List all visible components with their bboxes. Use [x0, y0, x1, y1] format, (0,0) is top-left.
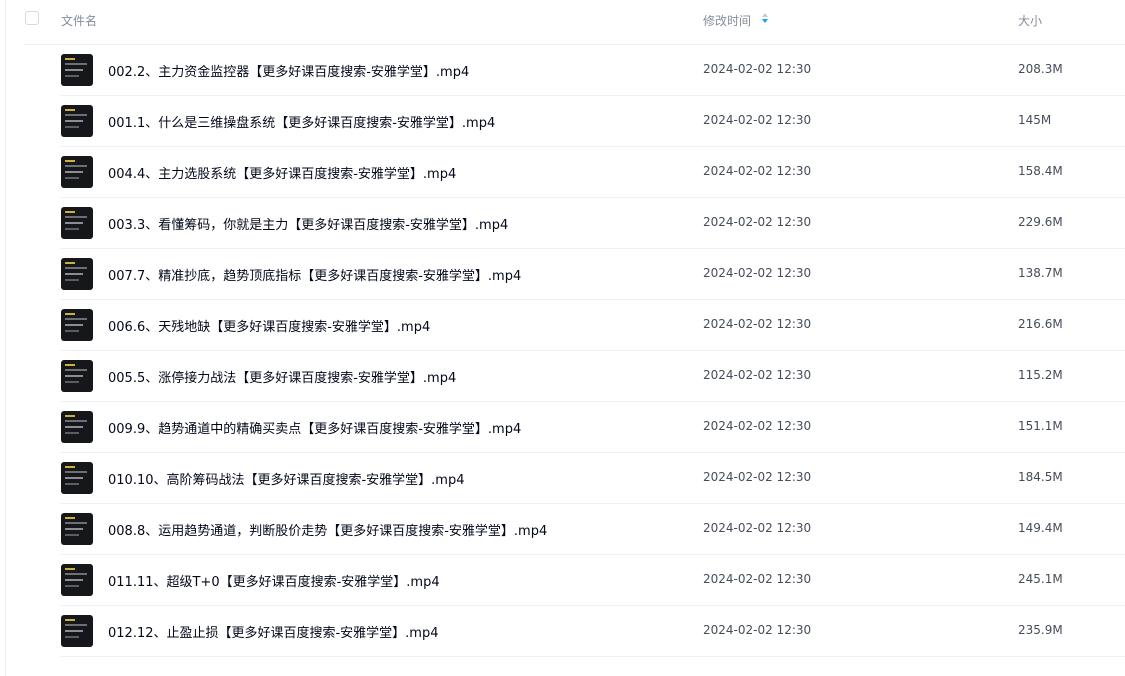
- file-modified-time: 2024-02-02 12:30: [703, 521, 812, 535]
- file-row[interactable]: 001.1、什么是三维操盘系统【更多好课百度搜索-安雅学堂】.mp4 2024-0…: [60, 96, 1125, 147]
- file-list: 文件名 修改时间 大小 002.2、主力资金监控器【更多好课百度搜索-安雅学堂】…: [0, 0, 1125, 657]
- file-row[interactable]: 009.9、趋势通道中的精确买卖点【更多好课百度搜索-安雅学堂】.mp4 2024…: [60, 402, 1125, 453]
- file-size: 184.5M: [1018, 470, 1063, 484]
- file-name[interactable]: 001.1、什么是三维操盘系统【更多好课百度搜索-安雅学堂】.mp4: [108, 112, 495, 131]
- video-thumbnail-icon: [61, 258, 93, 290]
- video-thumbnail-icon: [61, 615, 93, 647]
- video-thumbnail-icon: [61, 309, 93, 341]
- video-thumbnail-icon: [61, 411, 93, 443]
- file-name[interactable]: 010.10、高阶筹码战法【更多好课百度搜索-安雅学堂】.mp4: [108, 469, 465, 488]
- file-name[interactable]: 005.5、涨停接力战法【更多好课百度搜索-安雅学堂】.mp4: [108, 367, 456, 386]
- file-name[interactable]: 009.9、趋势通道中的精确买卖点【更多好课百度搜索-安雅学堂】.mp4: [108, 418, 521, 437]
- video-thumbnail-icon: [61, 207, 93, 239]
- file-row[interactable]: 008.8、运用趋势通道，判断股价走势【更多好课百度搜索-安雅学堂】.mp4 20…: [60, 504, 1125, 555]
- file-modified-time: 2024-02-02 12:30: [703, 164, 812, 178]
- file-row[interactable]: 005.5、涨停接力战法【更多好课百度搜索-安雅学堂】.mp4 2024-02-0…: [60, 351, 1125, 402]
- file-row[interactable]: 003.3、看懂筹码，你就是主力【更多好课百度搜索-安雅学堂】.mp4 2024-…: [60, 198, 1125, 249]
- file-size: 216.6M: [1018, 317, 1063, 331]
- select-all-checkbox[interactable]: [25, 11, 39, 25]
- file-row[interactable]: 011.11、超级T+0【更多好课百度搜索-安雅学堂】.mp4 2024-02-0…: [60, 555, 1125, 606]
- file-modified-time: 2024-02-02 12:30: [703, 317, 812, 331]
- video-thumbnail-icon: [61, 156, 93, 188]
- file-name[interactable]: 011.11、超级T+0【更多好课百度搜索-安雅学堂】.mp4: [108, 571, 440, 590]
- file-size: 235.9M: [1018, 623, 1063, 637]
- file-size: 145M: [1018, 113, 1052, 127]
- list-header: 文件名 修改时间 大小: [24, 0, 1125, 45]
- file-rows: 002.2、主力资金监控器【更多好课百度搜索-安雅学堂】.mp4 2024-02-…: [60, 45, 1125, 657]
- video-thumbnail-icon: [61, 513, 93, 545]
- video-thumbnail-icon: [61, 564, 93, 596]
- video-thumbnail-icon: [61, 462, 93, 494]
- video-thumbnail-icon: [61, 105, 93, 137]
- column-header-name[interactable]: 文件名: [61, 12, 97, 29]
- file-size: 158.4M: [1018, 164, 1063, 178]
- file-modified-time: 2024-02-02 12:30: [703, 368, 812, 382]
- file-modified-time: 2024-02-02 12:30: [703, 572, 812, 586]
- file-name[interactable]: 002.2、主力资金监控器【更多好课百度搜索-安雅学堂】.mp4: [108, 61, 469, 80]
- file-row[interactable]: 010.10、高阶筹码战法【更多好课百度搜索-安雅学堂】.mp4 2024-02-…: [60, 453, 1125, 504]
- file-modified-time: 2024-02-02 12:30: [703, 623, 812, 637]
- file-row[interactable]: 002.2、主力资金监控器【更多好课百度搜索-安雅学堂】.mp4 2024-02-…: [60, 45, 1125, 96]
- file-modified-time: 2024-02-02 12:30: [703, 419, 812, 433]
- file-size: 149.4M: [1018, 521, 1063, 535]
- file-name[interactable]: 012.12、止盈止损【更多好课百度搜索-安雅学堂】.mp4: [108, 622, 439, 641]
- file-row[interactable]: 007.7、精准抄底，趋势顶底指标【更多好课百度搜索-安雅学堂】.mp4 2024…: [60, 249, 1125, 300]
- file-name[interactable]: 007.7、精准抄底，趋势顶底指标【更多好课百度搜索-安雅学堂】.mp4: [108, 265, 521, 284]
- file-modified-time: 2024-02-02 12:30: [703, 62, 812, 76]
- file-modified-time: 2024-02-02 12:30: [703, 113, 812, 127]
- file-size: 115.2M: [1018, 368, 1063, 382]
- column-header-modified[interactable]: 修改时间: [703, 12, 751, 29]
- file-name[interactable]: 004.4、主力选股系统【更多好课百度搜索-安雅学堂】.mp4: [108, 163, 456, 182]
- video-thumbnail-icon: [61, 54, 93, 86]
- file-name[interactable]: 008.8、运用趋势通道，判断股价走势【更多好课百度搜索-安雅学堂】.mp4: [108, 520, 547, 539]
- file-size: 208.3M: [1018, 62, 1063, 76]
- file-size: 151.1M: [1018, 419, 1063, 433]
- file-modified-time: 2024-02-02 12:30: [703, 215, 812, 229]
- file-name[interactable]: 003.3、看懂筹码，你就是主力【更多好课百度搜索-安雅学堂】.mp4: [108, 214, 508, 233]
- file-modified-time: 2024-02-02 12:30: [703, 266, 812, 280]
- file-row[interactable]: 004.4、主力选股系统【更多好课百度搜索-安雅学堂】.mp4 2024-02-0…: [60, 147, 1125, 198]
- file-size: 245.1M: [1018, 572, 1063, 586]
- file-size: 138.7M: [1018, 266, 1063, 280]
- file-size: 229.6M: [1018, 215, 1063, 229]
- video-thumbnail-icon: [61, 360, 93, 392]
- column-header-size[interactable]: 大小: [1018, 12, 1042, 29]
- file-row[interactable]: 012.12、止盈止损【更多好课百度搜索-安雅学堂】.mp4 2024-02-02…: [60, 606, 1125, 657]
- sort-arrows-icon[interactable]: [761, 12, 769, 24]
- file-row[interactable]: 006.6、天残地缺【更多好课百度搜索-安雅学堂】.mp4 2024-02-02 …: [60, 300, 1125, 351]
- file-modified-time: 2024-02-02 12:30: [703, 470, 812, 484]
- file-name[interactable]: 006.6、天残地缺【更多好课百度搜索-安雅学堂】.mp4: [108, 316, 430, 335]
